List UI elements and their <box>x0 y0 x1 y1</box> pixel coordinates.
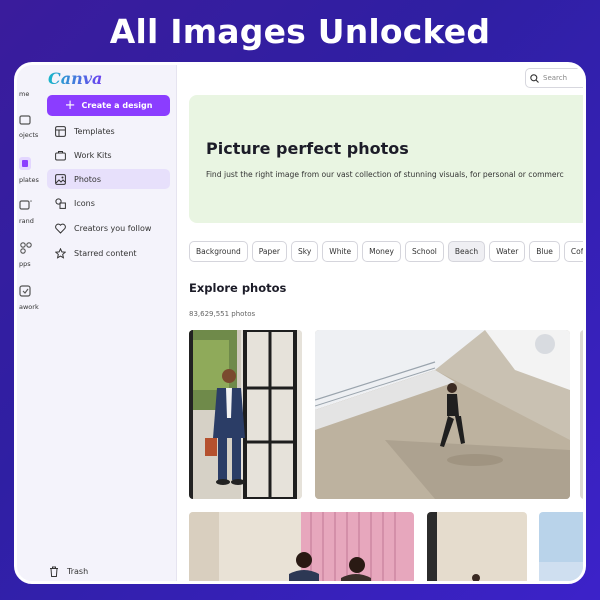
trash-icon <box>50 566 58 577</box>
sidebar-item-starred[interactable]: Starred content <box>47 243 170 263</box>
photo-thumbnail[interactable] <box>189 330 302 499</box>
template-icon <box>55 125 66 137</box>
chip-coffee[interactable]: Coffee <box>563 241 583 262</box>
explore-heading: Explore photos <box>189 281 287 295</box>
sidebar-item-label: Creators you follow <box>74 223 152 233</box>
chip-background[interactable]: Background <box>189 241 248 262</box>
search-placeholder: Search <box>543 74 568 82</box>
photo-man-doorway <box>189 330 302 499</box>
photo-runner-rooftop <box>315 330 570 499</box>
create-design-label: Create a design <box>81 101 153 110</box>
rail-label-apps[interactable]: pps <box>17 260 45 268</box>
rail-label-templates[interactable]: plates <box>17 176 45 184</box>
sidebar-item-label: Photos <box>74 174 101 184</box>
sidebar-item-label: Templates <box>74 126 115 136</box>
photo-count: 83,629,551 photos <box>189 310 256 318</box>
photo-thumbnail[interactable] <box>580 330 583 499</box>
create-design-button[interactable]: + Create a design <box>47 95 170 116</box>
heart-icon <box>55 223 66 234</box>
photo-thumbnail[interactable] <box>189 512 414 581</box>
photo-icon <box>55 173 66 185</box>
main-content: Search Picture perfect photos Find just … <box>177 65 583 581</box>
chip-school[interactable]: School <box>404 241 444 262</box>
photo-thumbnail[interactable] <box>539 512 583 581</box>
chip-blue[interactable]: Blue <box>529 241 560 262</box>
photo-woman-wall <box>427 512 527 581</box>
sidebar-item-templates[interactable]: Templates <box>47 121 170 141</box>
hero-subtitle: Find just the right image from our vast … <box>206 170 564 179</box>
folder-icon[interactable] <box>19 113 33 127</box>
templates-rail-icon[interactable] <box>19 157 33 171</box>
chip-paper[interactable]: Paper <box>251 241 287 262</box>
sidebar-item-label: Icons <box>74 198 95 208</box>
photo-partial-right <box>580 330 583 499</box>
sidebar-item-work-kits[interactable]: Work Kits <box>47 145 170 165</box>
chip-beach[interactable]: Beach <box>447 241 486 262</box>
trash-label: Trash <box>67 567 89 576</box>
rail-label-brand[interactable]: rand <box>17 217 45 225</box>
sidebar: Canva + Create a design Templates Work K… <box>45 65 177 581</box>
dreamwork-icon[interactable] <box>19 284 33 298</box>
star-icon <box>55 247 66 259</box>
shapes-icon <box>55 197 66 209</box>
photo-thumbnail[interactable] <box>427 512 527 581</box>
sidebar-item-creators[interactable]: Creators you follow <box>47 218 170 238</box>
sidebar-item-label: Work Kits <box>74 150 112 160</box>
sidebar-item-label: Starred content <box>74 248 137 258</box>
category-chips: Background Paper Sky White Money School … <box>189 241 583 263</box>
chip-money[interactable]: Money <box>362 241 401 262</box>
photo-sky-partial <box>539 512 583 581</box>
canva-logo[interactable]: Canva <box>48 69 102 88</box>
chip-white[interactable]: White <box>322 241 359 262</box>
brand-icon[interactable] <box>19 198 33 212</box>
screenshot-frame: me ojects plates rand pps awork Canva + … <box>14 62 586 584</box>
briefcase-icon <box>55 150 66 160</box>
trash-button[interactable]: Trash <box>49 566 88 577</box>
chip-sky[interactable]: Sky <box>291 241 319 262</box>
photo-thumbnail[interactable] <box>315 330 570 499</box>
rail-label-dreamwork[interactable]: awork <box>17 303 45 311</box>
hero-banner: Picture perfect photos Find just the rig… <box>189 95 583 223</box>
sidebar-item-photos[interactable]: Photos <box>47 169 170 189</box>
banner-title: All Images Unlocked <box>109 11 491 51</box>
hero-title: Picture perfect photos <box>206 139 409 158</box>
left-rail: me ojects plates rand pps awork <box>17 65 45 581</box>
rail-label-home[interactable]: me <box>17 90 45 98</box>
search-icon <box>530 73 539 83</box>
search-input[interactable]: Search <box>525 68 583 88</box>
rail-label-projects[interactable]: ojects <box>17 131 45 139</box>
photo-couple-pink <box>189 512 414 581</box>
plus-icon: + <box>64 98 76 113</box>
sidebar-item-icons[interactable]: Icons <box>47 193 170 213</box>
apps-icon[interactable] <box>19 241 33 255</box>
chip-water[interactable]: Water <box>489 241 526 262</box>
